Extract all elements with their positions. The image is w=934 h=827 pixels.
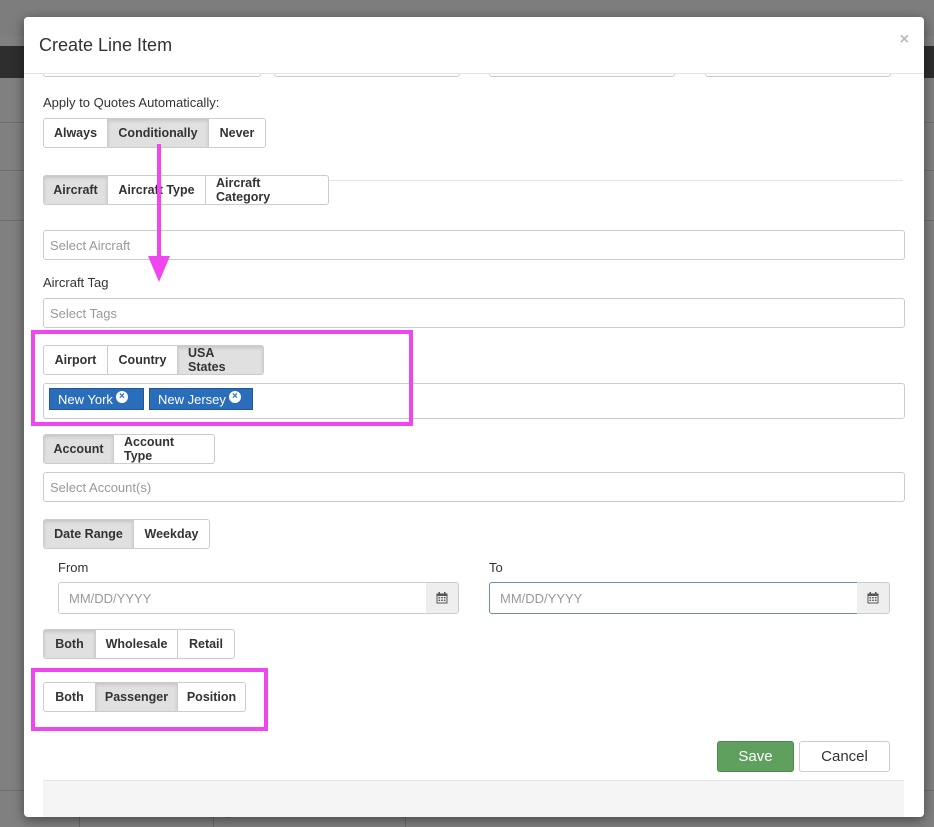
- tab-aircraft[interactable]: Aircraft: [43, 175, 108, 205]
- from-date-input[interactable]: MM/DD/YYYY: [58, 582, 427, 614]
- chip-label: New York: [58, 391, 113, 407]
- calendar-icon: [867, 592, 879, 604]
- location-filter-tabs: Airport Country USA States: [43, 345, 264, 375]
- tab-aircraft-category[interactable]: Aircraft Category: [205, 175, 329, 205]
- calendar-icon: [436, 592, 448, 604]
- apply-quotes-label: Apply to Quotes Automatically:: [43, 95, 220, 110]
- sale-both-button[interactable]: Both: [43, 629, 96, 659]
- tab-airport[interactable]: Airport: [43, 345, 108, 375]
- tab-date-range[interactable]: Date Range: [43, 519, 134, 549]
- cancel-button[interactable]: Cancel: [799, 741, 890, 772]
- remove-chip-icon[interactable]: ×: [228, 390, 241, 403]
- tab-weekday[interactable]: Weekday: [133, 519, 210, 549]
- tab-account-type[interactable]: Account Type: [113, 434, 215, 464]
- account-select[interactable]: Select Account(s): [43, 472, 905, 502]
- aircraft-filter-tabs: Aircraft Aircraft Type Aircraft Category: [43, 175, 329, 205]
- modal-header: Create Line Item ×: [24, 17, 924, 74]
- leg-both-button[interactable]: Both: [43, 682, 96, 712]
- aircraft-tag-select[interactable]: Select Tags: [43, 298, 905, 328]
- save-button[interactable]: Save: [717, 741, 794, 772]
- state-chip: New York ×: [49, 388, 144, 410]
- sale-retail-button[interactable]: Retail: [177, 629, 235, 659]
- account-filter-tabs: Account Account Type: [43, 434, 215, 464]
- to-label: To: [489, 560, 503, 575]
- modal-body: Apply to Quotes Automatically: Always Co…: [24, 70, 924, 817]
- to-date-input[interactable]: MM/DD/YYYY: [489, 582, 858, 614]
- leg-type-toggle: Both Passenger Position: [43, 682, 246, 712]
- sale-type-toggle: Both Wholesale Retail: [43, 629, 235, 659]
- aircraft-tag-label: Aircraft Tag: [43, 275, 109, 290]
- close-icon[interactable]: ×: [900, 31, 909, 49]
- state-chip: New Jersey ×: [149, 388, 253, 410]
- from-calendar-button[interactable]: [426, 582, 459, 614]
- apply-always-button[interactable]: Always: [43, 118, 108, 148]
- sale-wholesale-button[interactable]: Wholesale: [95, 629, 178, 659]
- tab-usa-states[interactable]: USA States: [177, 345, 264, 375]
- modal-footer: [43, 780, 904, 817]
- from-label: From: [58, 560, 89, 575]
- leg-passenger-button[interactable]: Passenger: [95, 682, 178, 712]
- date-filter-tabs: Date Range Weekday: [43, 519, 210, 549]
- apply-never-button[interactable]: Never: [208, 118, 266, 148]
- leg-position-button[interactable]: Position: [177, 682, 246, 712]
- down-arrow-annotation: [148, 144, 170, 282]
- tab-country[interactable]: Country: [107, 345, 178, 375]
- tab-account[interactable]: Account: [43, 434, 114, 464]
- remove-chip-icon[interactable]: ×: [115, 390, 128, 403]
- modal-title: Create Line Item: [39, 35, 173, 55]
- to-calendar-button[interactable]: [857, 582, 890, 614]
- chip-label: New Jersey: [158, 391, 226, 407]
- create-line-item-modal: Create Line Item × Apply to Quotes Autom…: [24, 17, 924, 817]
